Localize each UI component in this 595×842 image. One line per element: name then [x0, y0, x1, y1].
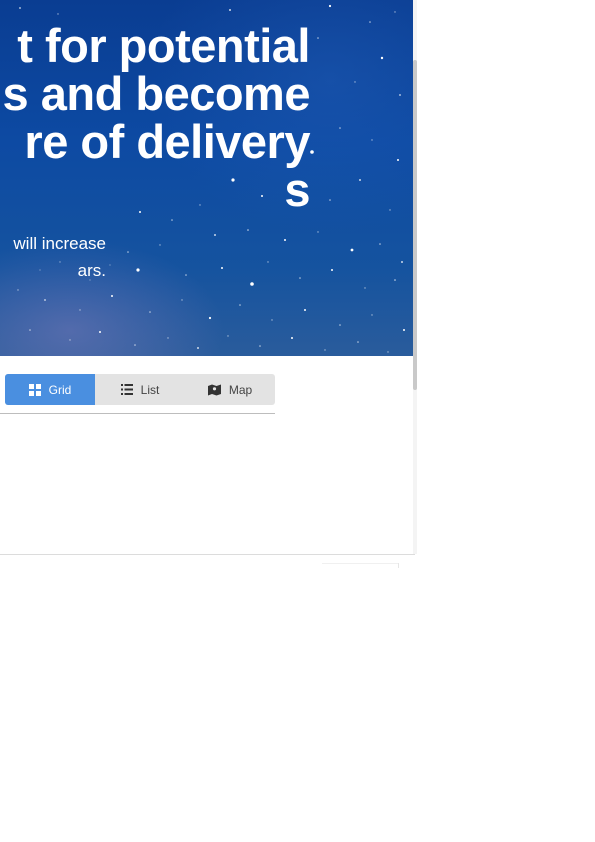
grid-icon [28, 383, 41, 396]
list-view-label: List [140, 382, 160, 397]
grid-view-button[interactable]: Grid [5, 374, 95, 405]
subtext-line-1: will increase [13, 234, 106, 253]
headline-line-2: s and become [2, 67, 311, 120]
headline-line-3: re of delivery [24, 115, 310, 168]
browser-viewport: t for potential s and become re of deliv… [0, 0, 415, 555]
subtext-line-2: ars. [77, 261, 106, 280]
faint-divider [322, 563, 398, 564]
grid-view-label: Grid [48, 382, 72, 397]
scrollbar-thumb[interactable] [413, 60, 417, 390]
hero-headline: t for potential s and become re of deliv… [0, 19, 311, 216]
headline-line-4: s [284, 163, 310, 216]
headline-line-1: t for potential [17, 19, 310, 72]
hero-subtext: will increase ars. [0, 230, 106, 284]
map-view-button[interactable]: Map [185, 374, 275, 405]
view-toggle-group: Grid List Map [5, 374, 275, 405]
list-icon [120, 384, 133, 395]
list-view-button[interactable]: List [95, 374, 185, 405]
map-view-label: Map [228, 382, 253, 397]
section-divider [0, 413, 275, 414]
map-icon [207, 384, 221, 395]
hero-banner: t for potential s and become re of deliv… [0, 0, 413, 356]
faint-divider-tick [398, 563, 399, 568]
